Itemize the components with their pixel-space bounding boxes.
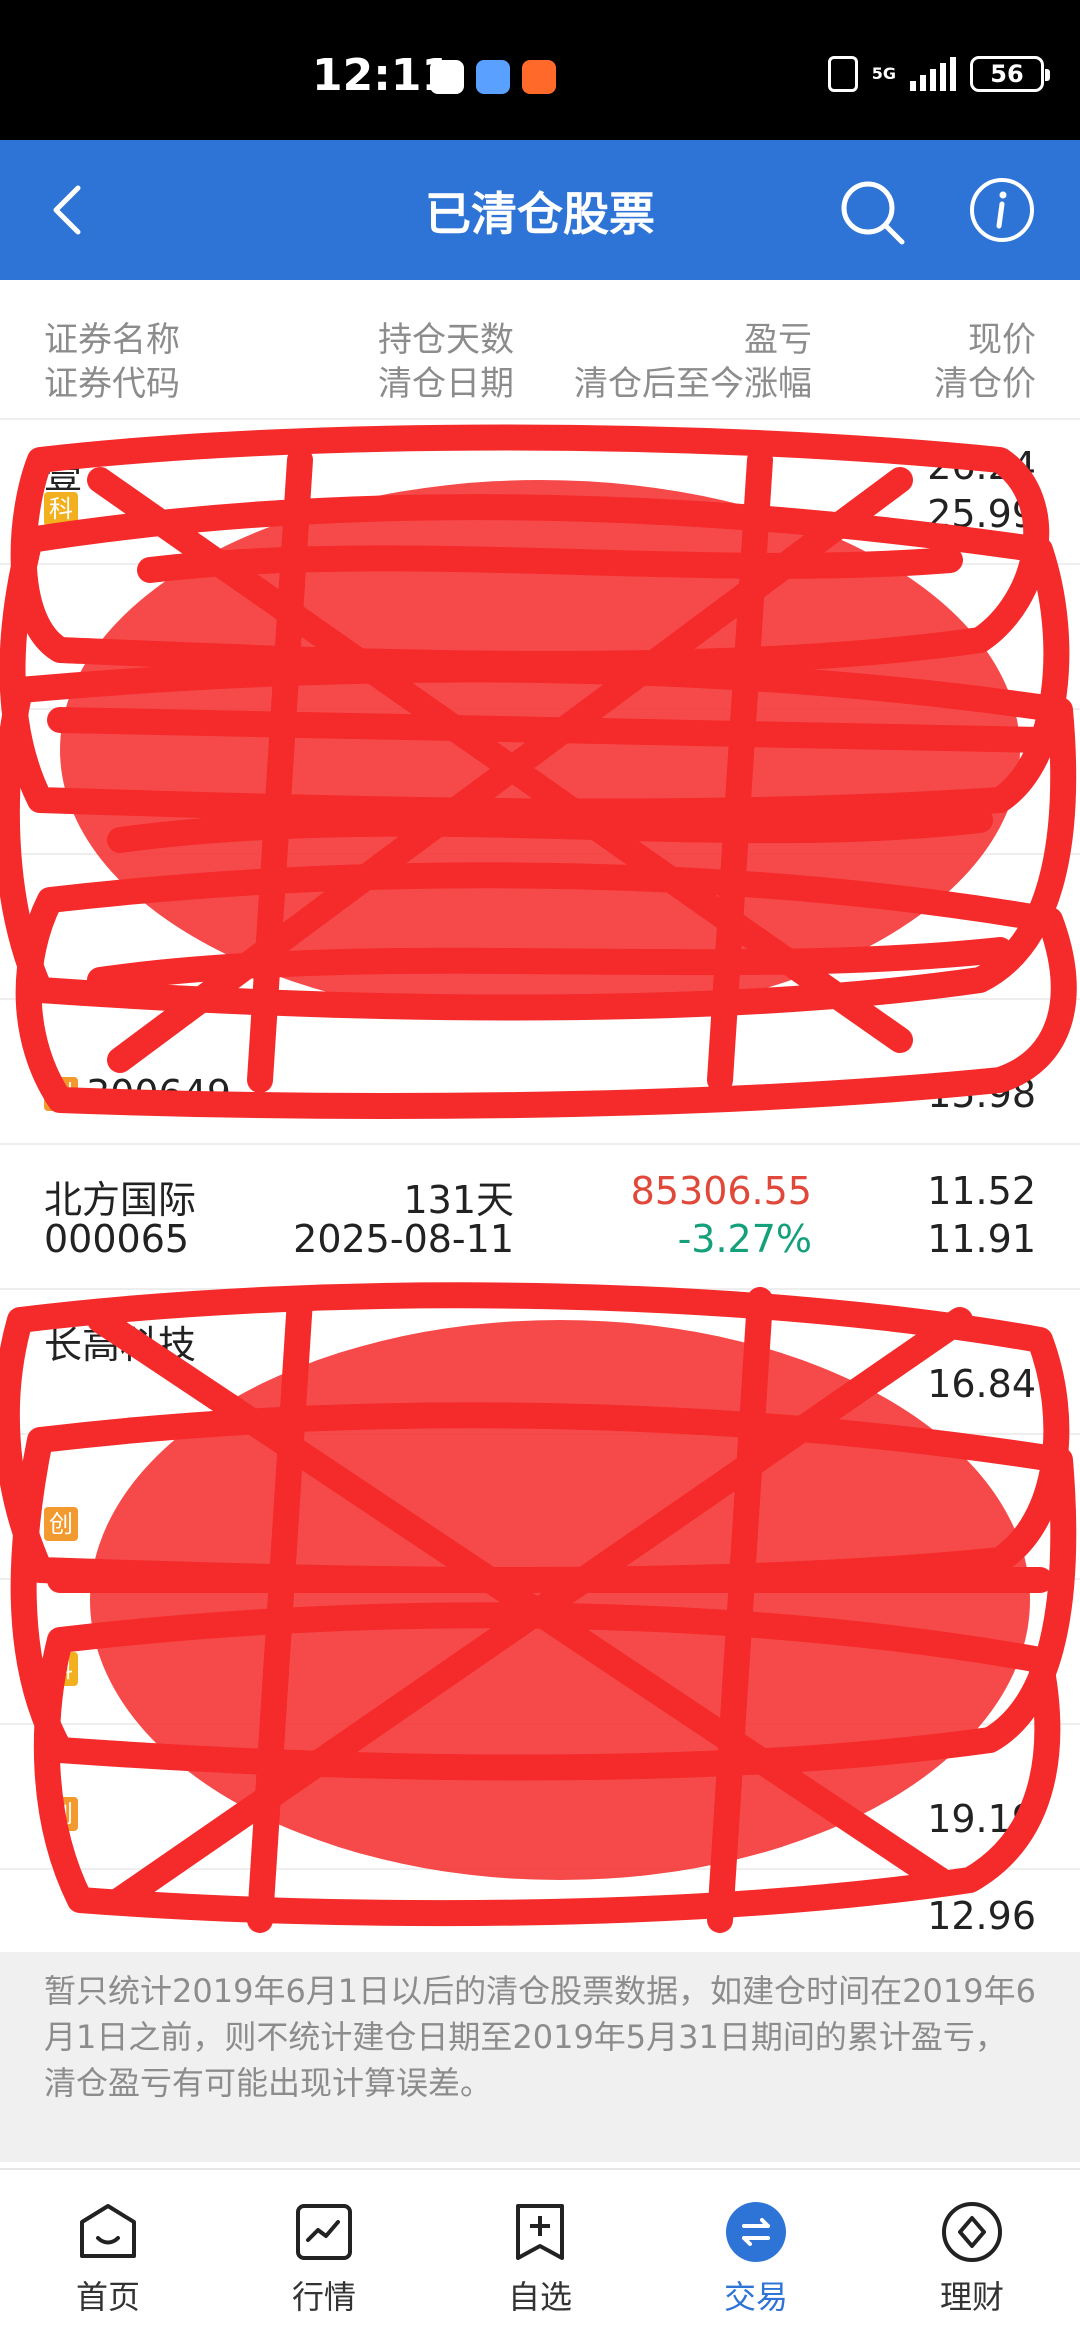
- chinext-badge: 创: [44, 1797, 78, 1831]
- home-icon: [80, 2204, 136, 2258]
- table-row[interactable]: 科: [0, 1580, 1080, 1725]
- chinext-badge: 创: [44, 1077, 78, 1111]
- close-price: 25.99: [927, 492, 1036, 536]
- pnl: 85306.55: [630, 1169, 812, 1213]
- battery-icon: 56: [970, 56, 1050, 92]
- send-icon: [522, 60, 556, 94]
- current-price: 12.96: [927, 1894, 1036, 1938]
- status-indicators: 5G 56: [827, 56, 1050, 92]
- header-code[interactable]: 证券代码: [44, 356, 180, 405]
- stock-name: 壹: [44, 453, 83, 497]
- close-price: 11.91: [927, 1217, 1036, 1261]
- holding-days: 131天: [403, 1178, 514, 1222]
- header-date[interactable]: 清仓日期: [378, 356, 514, 405]
- star-market-badge: 科: [44, 492, 78, 526]
- status-app-icons: [430, 60, 556, 94]
- header-price[interactable]: 现价: [968, 312, 1036, 361]
- nav-trade-label: 交易: [723, 2278, 788, 2316]
- table-row[interactable]: 创 300649 15.98: [0, 1000, 1080, 1145]
- table-row[interactable]: 长高科技 16.84: [0, 1290, 1080, 1435]
- app-header: 已清仓股票: [0, 140, 1080, 280]
- header-pnl[interactable]: 盈亏: [744, 312, 812, 361]
- network-label: 5G: [871, 64, 896, 83]
- page-title: 已清仓股票: [425, 187, 655, 241]
- close-price: 16.84: [927, 1362, 1036, 1406]
- status-bar: 12:11 5G 56: [0, 0, 1080, 140]
- nav-home-label: 首页: [75, 2278, 140, 2316]
- nav-market-label: 行情: [291, 2278, 356, 2316]
- wealth-icon: [942, 2202, 1002, 2262]
- nav-wealth-label: 理财: [939, 2278, 1004, 2316]
- stock-code: 创: [44, 1797, 86, 1831]
- battery-level: 56: [990, 60, 1024, 88]
- table-row[interactable]: 壹 科 26.24 25.99: [0, 420, 1080, 565]
- chinext-badge: 创: [44, 1507, 78, 1541]
- trade-icon: [726, 2202, 786, 2262]
- header-name[interactable]: 证券名称: [44, 312, 180, 361]
- stock-code: 创 300649: [44, 1072, 231, 1116]
- star-market-badge: 科: [44, 1652, 78, 1686]
- table-row[interactable]: [0, 710, 1080, 855]
- info-icon[interactable]: [968, 176, 1036, 244]
- stock-code: 科: [44, 1652, 86, 1686]
- header-close-price[interactable]: 清仓价: [934, 356, 1036, 405]
- market-icon: [296, 2204, 352, 2260]
- search-icon[interactable]: [836, 176, 908, 248]
- bottom-nav: 首页 行情 自选 交易 理财: [0, 2168, 1080, 2342]
- signal-icon: [910, 57, 956, 91]
- column-header: 证券名称 证券代码 持仓天数 清仓日期 盈亏 清仓后至今涨幅 现价 清仓价: [0, 298, 1080, 420]
- close-date: 2025-08-11: [293, 1217, 514, 1261]
- nav-home[interactable]: 首页: [0, 2170, 216, 2342]
- header-days[interactable]: 持仓天数: [378, 312, 514, 361]
- stock-code: 创: [44, 1507, 86, 1541]
- bag-icon: [430, 60, 464, 94]
- nav-market[interactable]: 行情: [216, 2170, 432, 2342]
- stock-name: 长高科技: [44, 1323, 197, 1367]
- nav-wealth[interactable]: 理财: [864, 2170, 1080, 2342]
- watchlist-icon: [516, 2204, 564, 2260]
- stock-code: 科: [44, 492, 86, 526]
- stock-name: 北方国际: [44, 1178, 197, 1222]
- current-price: 26.24: [927, 444, 1036, 488]
- table-row[interactable]: 北方国际 000065 131天 2025-08-11 85306.55 -3.…: [0, 1145, 1080, 1290]
- table-row[interactable]: 创: [0, 1435, 1080, 1580]
- disclaimer-note: 暂只统计2019年6月1日以后的清仓股票数据，如建仓时间在2019年6月1日之前…: [0, 1952, 1080, 2162]
- current-price: 11.52: [927, 1169, 1036, 1213]
- stock-list: 壹 科 26.24 25.99 创 300649 15.98 北方国际 0000…: [0, 420, 1080, 2015]
- nav-trade[interactable]: 交易: [648, 2170, 864, 2342]
- vibrate-icon: [827, 56, 858, 92]
- close-price: 15.98: [927, 1072, 1036, 1116]
- nav-watchlist-label: 自选: [507, 2278, 572, 2316]
- table-row[interactable]: [0, 855, 1080, 1000]
- table-row[interactable]: 创 19.19: [0, 1725, 1080, 1870]
- close-price: 19.19: [927, 1797, 1036, 1841]
- shield-icon: [476, 60, 510, 94]
- change-since-close: -3.27%: [677, 1217, 812, 1261]
- header-change[interactable]: 清仓后至今涨幅: [574, 356, 812, 405]
- stock-code: 000065: [44, 1217, 190, 1261]
- table-row[interactable]: [0, 565, 1080, 710]
- nav-watchlist[interactable]: 自选: [432, 2170, 648, 2342]
